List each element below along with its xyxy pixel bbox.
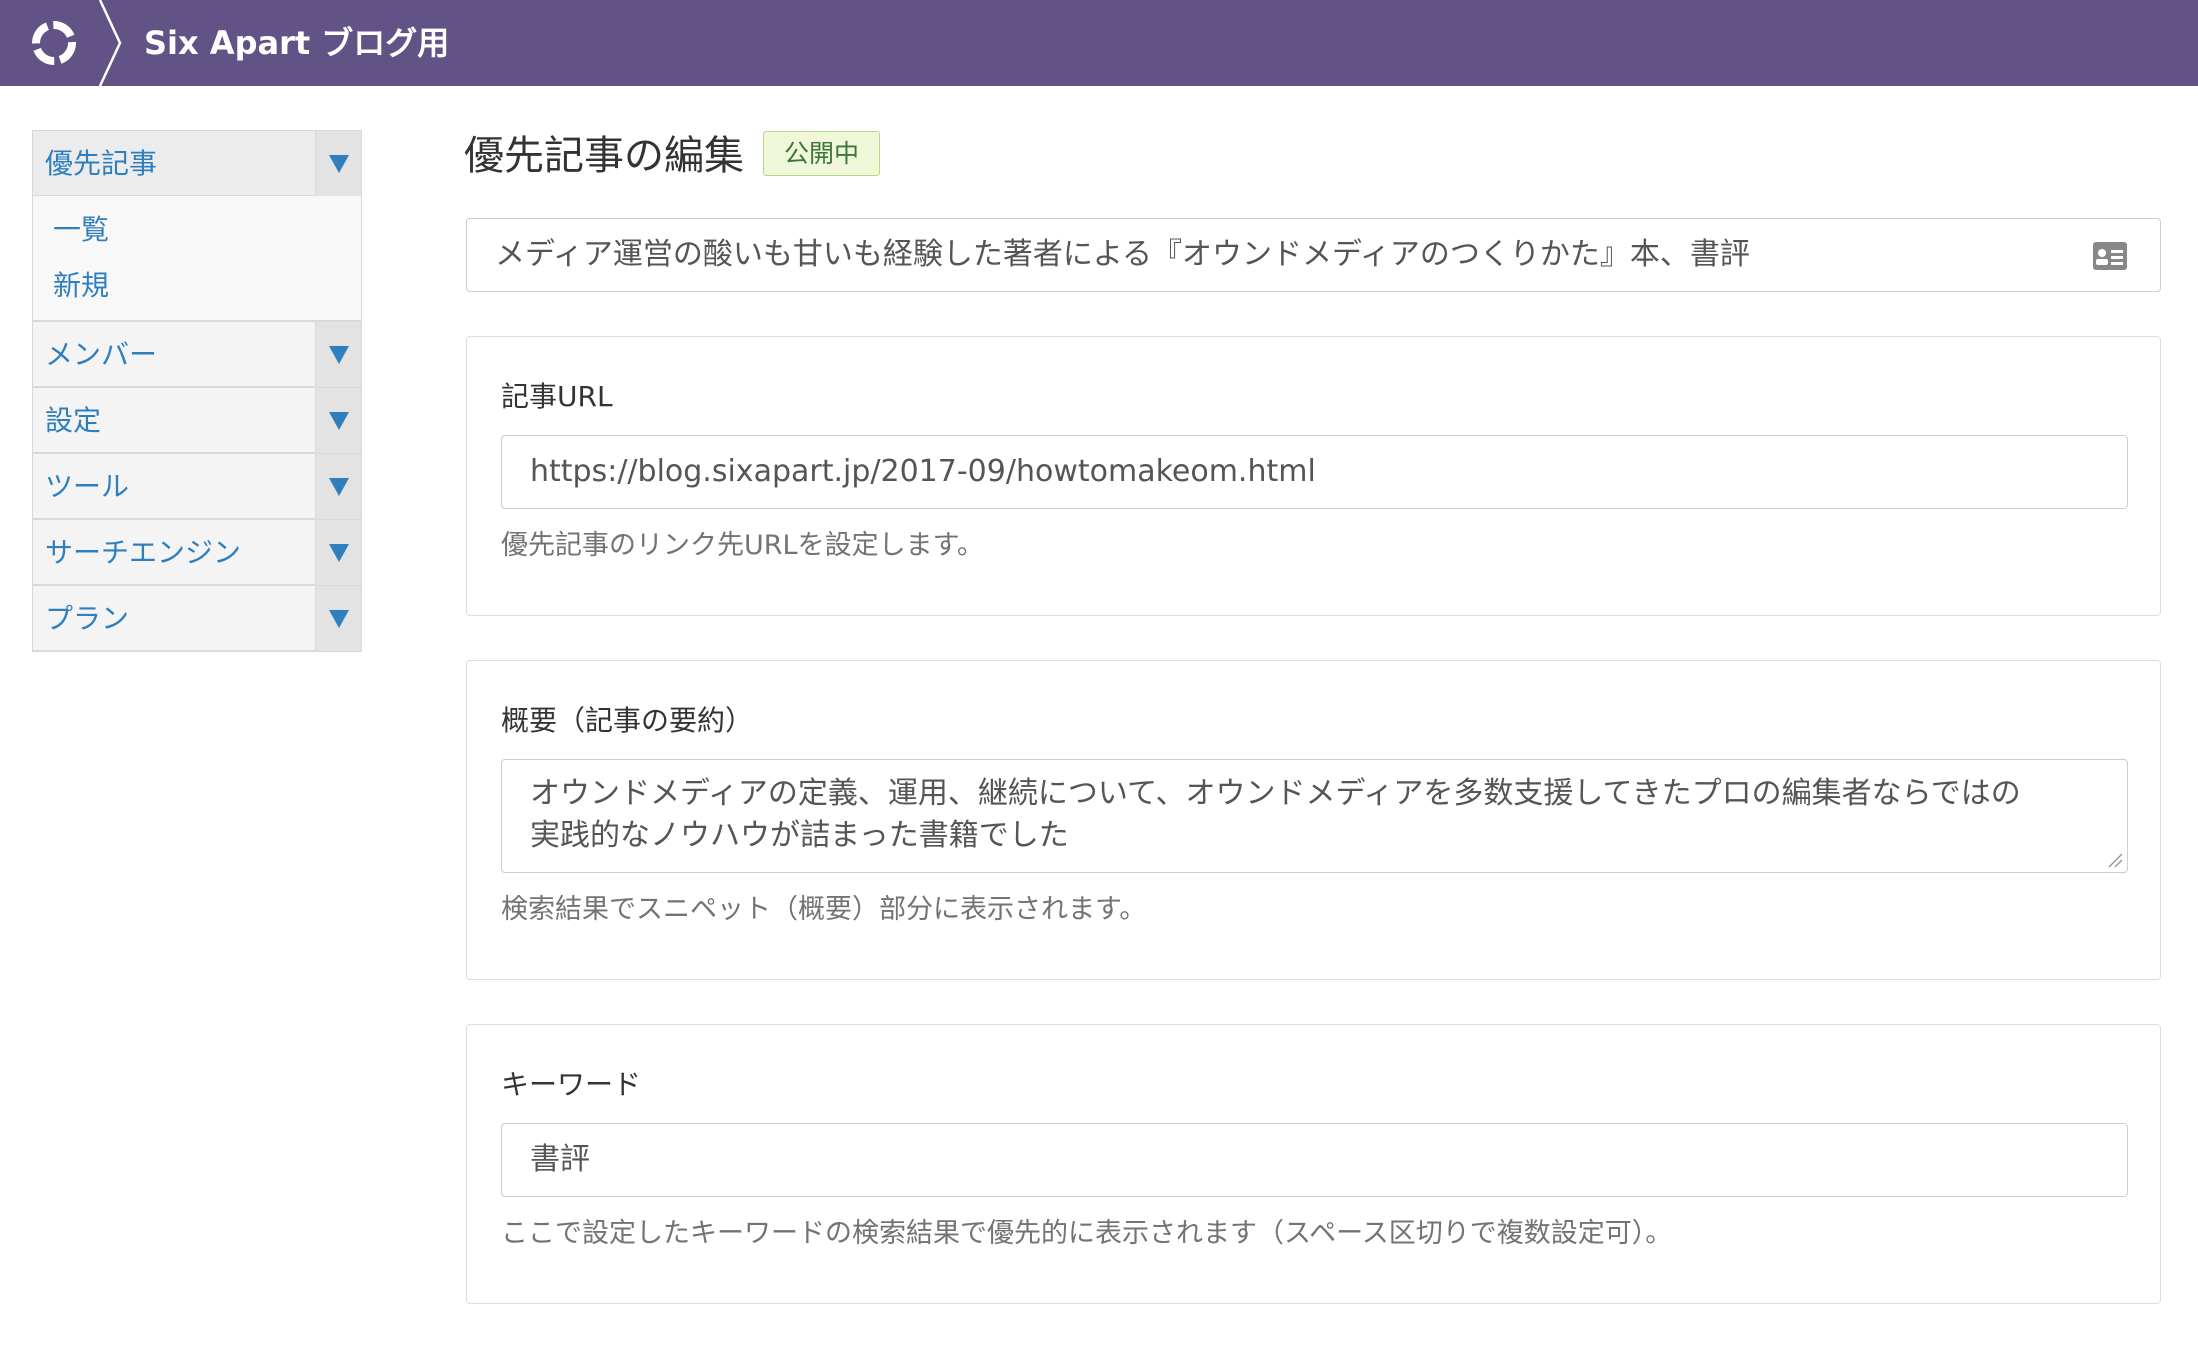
- status-badge: 公開中: [763, 131, 881, 176]
- menu-label: メンバー: [45, 338, 158, 371]
- url-help-text: 優先記事のリンク先URLを設定します。: [501, 530, 984, 561]
- submenu-item-list[interactable]: 一覧: [33, 202, 361, 258]
- article-title-text: メディア運営の酸いも甘いも経験した著者による『オウンドメディアのつくりかた』本、…: [495, 237, 1750, 272]
- triangle-down-icon[interactable]: [315, 520, 361, 585]
- resize-handle-icon[interactable]: [2107, 852, 2123, 868]
- triangle-down-icon[interactable]: [315, 454, 361, 519]
- keyword-panel: キーワード 書評 ここで設定したキーワードの検索結果で優先的に表示されます（スペ…: [466, 1024, 2161, 1304]
- summary-textarea[interactable]: オウンドメディアの定義、運用、継続について、オウンドメディアを多数支援してきたプ…: [501, 759, 2128, 873]
- menu-label: ツール: [45, 470, 130, 503]
- url-label: 記事URL: [501, 380, 613, 413]
- submenu-featured: 一覧 新規: [33, 196, 361, 321]
- menu-label: プラン: [45, 602, 130, 635]
- menu-featured-articles[interactable]: 優先記事: [33, 131, 361, 196]
- page-title: 優先記事の編集: [464, 133, 744, 179]
- keyword-input[interactable]: 書評: [501, 1123, 2128, 1197]
- menu-label: サーチエンジン: [45, 536, 242, 569]
- menu-group-tools: ツール: [32, 453, 362, 519]
- summary-help-text: 検索結果でスニペット（概要）部分に表示されます。: [501, 894, 1147, 925]
- summary-line-2: 実践的なノウハウが詰まった書籍でした: [530, 818, 1069, 853]
- menu-group-search-engine: サーチエンジン: [32, 519, 362, 585]
- menu-tools[interactable]: ツール: [33, 454, 361, 519]
- menu-group-settings: 設定: [32, 387, 362, 453]
- keyword-label: キーワード: [501, 1068, 642, 1101]
- menu-plan[interactable]: プラン: [33, 586, 361, 651]
- menu-group-members: メンバー: [32, 321, 362, 387]
- site-title[interactable]: Six Apart ブログ用: [144, 20, 449, 66]
- menu-label: 設定: [45, 404, 102, 437]
- top-bar: Six Apart ブログ用: [0, 0, 2198, 86]
- triangle-down-icon[interactable]: [315, 388, 361, 453]
- menu-settings[interactable]: 設定: [33, 388, 361, 453]
- summary-line-1: オウンドメディアの定義、運用、継続について、オウンドメディアを多数支援してきたプ…: [530, 776, 2021, 811]
- triangle-down-icon[interactable]: [315, 322, 361, 387]
- triangle-down-icon[interactable]: [315, 131, 361, 196]
- menu-group-plan: プラン: [32, 585, 362, 652]
- submenu-item-new[interactable]: 新規: [33, 258, 361, 314]
- url-input[interactable]: https://blog.sixapart.jp/2017-09/howtoma…: [501, 435, 2128, 509]
- keyword-help-text: ここで設定したキーワードの検索結果で優先的に表示されます（スペース区切りで複数設…: [501, 1218, 1673, 1249]
- menu-search-engine[interactable]: サーチエンジン: [33, 520, 361, 585]
- summary-panel: 概要（記事の要約） オウンドメディアの定義、運用、継続について、オウンドメディア…: [466, 660, 2161, 980]
- menu-group-featured: 優先記事 一覧 新規: [32, 130, 362, 321]
- id-card-icon[interactable]: [2092, 241, 2128, 271]
- sixapart-ring-icon[interactable]: [28, 17, 80, 69]
- menu-members[interactable]: メンバー: [33, 322, 361, 387]
- url-input-value: https://blog.sixapart.jp/2017-09/howtoma…: [530, 454, 1316, 489]
- menu-label: 優先記事: [45, 147, 158, 180]
- sidebar: 優先記事 一覧 新規 メンバー 設定 ツール サーチエンジン プラン: [32, 130, 362, 652]
- article-title-field[interactable]: メディア運営の酸いも甘いも経験した著者による『オウンドメディアのつくりかた』本、…: [466, 218, 2161, 292]
- keyword-input-value: 書評: [530, 1142, 590, 1177]
- summary-label: 概要（記事の要約）: [501, 704, 754, 737]
- breadcrumb-chevron-icon: [98, 0, 122, 86]
- url-panel: 記事URL https://blog.sixapart.jp/2017-09/h…: [466, 336, 2161, 616]
- triangle-down-icon[interactable]: [315, 586, 361, 651]
